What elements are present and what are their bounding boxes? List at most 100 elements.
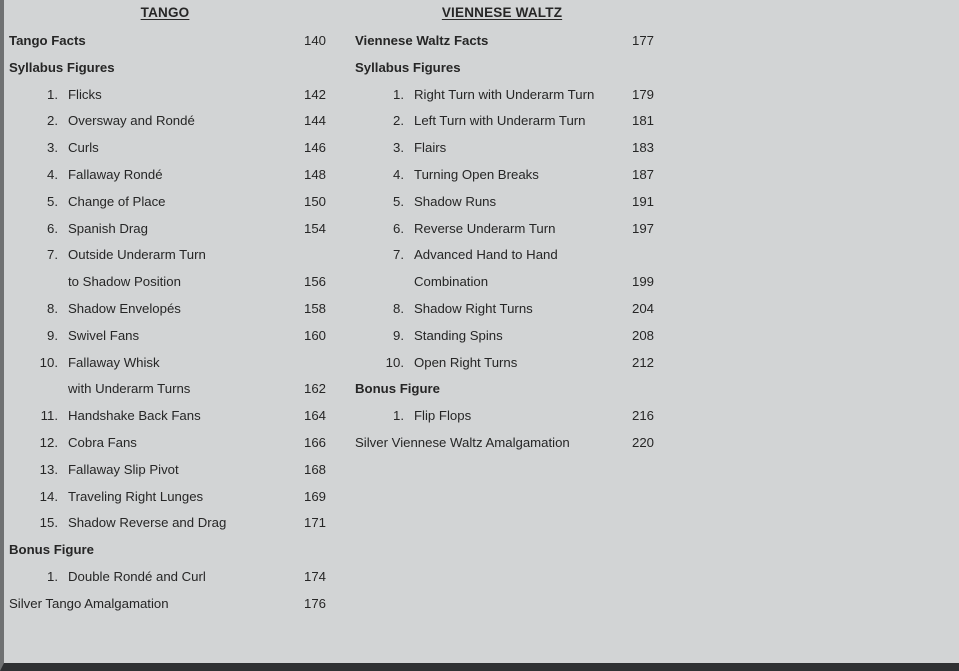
toc-entry-figure[interactable]: 4. Turning Open Breaks 187 xyxy=(332,162,654,189)
toc-section-heading: Syllabus Figures xyxy=(4,55,326,82)
toc-entry-title: Outside Underarm Turn xyxy=(68,247,206,263)
toc-entry-title: Handshake Back Fans xyxy=(68,408,201,424)
toc-page-number: 181 xyxy=(631,113,654,129)
toc-entry-title: Swivel Fans xyxy=(68,327,140,343)
toc-leader-dots xyxy=(185,300,300,313)
toc-leader-dots xyxy=(521,353,624,366)
toc-page-number: 177 xyxy=(631,33,654,48)
toc-entry-figure[interactable]: 10. Fallaway Whisk xyxy=(4,350,326,377)
toc-entry-title: Spanish Drag xyxy=(68,220,148,236)
toc-entry-figure[interactable]: 12. Cobra Fans 166 xyxy=(4,430,326,457)
toc-entry-title: Oversway and Rondé xyxy=(68,113,195,129)
toc-entry-top[interactable]: Tango Facts 140 xyxy=(4,28,326,55)
toc-entry-title: Standing Spins xyxy=(414,327,503,343)
toc-entry-number: 14. xyxy=(39,488,58,504)
toc-entry-amalgamation[interactable]: Silver Viennese Waltz Amalgamation 220 xyxy=(332,430,654,457)
toc-page-number: 199 xyxy=(631,274,654,290)
toc-entry-continuation[interactable]: with Underarm Turns 162 xyxy=(4,376,326,403)
toc-entry-title: Flicks xyxy=(68,86,102,102)
toc-entry-figure[interactable]: 10. Open Right Turns 212 xyxy=(332,350,654,377)
toc-entry-figure[interactable]: 15. Shadow Reverse and Drag 171 xyxy=(4,510,326,537)
toc-entry-number: 7. xyxy=(47,247,58,263)
toc-entry-figure[interactable]: 3. Curls 146 xyxy=(4,135,326,162)
toc-entry-figure[interactable]: 2. Oversway and Rondé 144 xyxy=(4,108,326,135)
toc-leader-dots xyxy=(89,32,300,45)
toc-entry-number: 3. xyxy=(393,140,404,156)
toc-leader-dots xyxy=(166,166,300,179)
toc-page-number: 154 xyxy=(303,220,326,236)
toc-entry-figure[interactable]: 1. Flip Flops 216 xyxy=(332,403,654,430)
toc-leader-dots xyxy=(598,85,624,98)
toc-entry-figure[interactable]: 14. Traveling Right Lunges 169 xyxy=(4,484,326,511)
toc-entry-amalgamation[interactable]: Silver Tango Amalgamation 176 xyxy=(4,591,326,618)
toc-entry-title: Silver Viennese Waltz Amalgamation xyxy=(355,434,570,450)
toc-entry-figure[interactable]: 7. Advanced Hand to Hand xyxy=(332,242,654,269)
toc-page-number: 183 xyxy=(631,140,654,156)
column-heading-tango-text: TANGO xyxy=(140,5,190,20)
toc-page-number: 140 xyxy=(303,33,326,48)
toc-entry-title: Bonus Figure xyxy=(355,381,440,397)
toc-entry-figure[interactable]: 9. Standing Spins 208 xyxy=(332,323,654,350)
toc-entry-figure[interactable]: 5. Shadow Runs 191 xyxy=(332,189,654,216)
toc-section-heading: Syllabus Figures xyxy=(332,55,654,82)
toc-entry-number: 15. xyxy=(39,515,58,531)
toc-entry-number: 9. xyxy=(47,327,58,343)
toc-entry-figure[interactable]: 3. Flairs 183 xyxy=(332,135,654,162)
toc-entry-number: 2. xyxy=(393,113,404,129)
toc-page-number: 204 xyxy=(631,300,654,316)
toc-entry-figure[interactable]: 8. Shadow Right Turns 204 xyxy=(332,296,654,323)
toc-page-number: 197 xyxy=(631,220,654,236)
toc-entry-figure[interactable]: 11. Handshake Back Fans 164 xyxy=(4,403,326,430)
toc-entry-title: Shadow Envelopés xyxy=(68,300,181,316)
toc-page-number: 162 xyxy=(303,381,326,397)
toc-entry-number: 12. xyxy=(39,434,58,450)
toc-entry-number: 4. xyxy=(393,166,404,182)
toc-entry-figure[interactable]: 5. Change of Place 150 xyxy=(4,189,326,216)
toc-entries-viennese-waltz: Viennese Waltz Facts 177 Syllabus Figures… xyxy=(332,28,654,457)
toc-page-number: 191 xyxy=(631,193,654,209)
toc-page-number: 146 xyxy=(303,140,326,156)
toc-leader-dots xyxy=(559,219,624,232)
toc-entry-title: Shadow Right Turns xyxy=(414,300,533,316)
toc-entry-continuation[interactable]: to Shadow Position 156 xyxy=(4,269,326,296)
toc-entry-title: Viennese Waltz Facts xyxy=(355,33,489,48)
column-heading-viennese-waltz: VIENNESE WALTZ xyxy=(332,2,654,28)
toc-entry-number: 1. xyxy=(393,408,404,424)
toc-page-number: 208 xyxy=(631,327,654,343)
toc-entry-figure[interactable]: 13. Fallaway Slip Pivot 168 xyxy=(4,457,326,484)
toc-entry-figure[interactable]: 1. Flicks 142 xyxy=(4,82,326,109)
toc-entry-title: Left Turn with Underarm Turn xyxy=(414,113,586,129)
toc-entry-figure[interactable]: 1. Double Rondé and Curl 174 xyxy=(4,564,326,591)
toc-leader-dots xyxy=(204,407,300,420)
toc-entry-title: Combination xyxy=(414,274,489,290)
toc-entry-figure[interactable]: 2. Left Turn with Underarm Turn 181 xyxy=(332,108,654,135)
toc-entry-number: 6. xyxy=(47,220,58,236)
toc-entry-title: Curls xyxy=(68,140,99,156)
toc-leader-dots xyxy=(199,112,300,125)
toc-entry-figure[interactable]: 6. Reverse Underarm Turn 197 xyxy=(332,216,654,243)
toc-leader-dots xyxy=(169,193,300,206)
toc-entry-figure[interactable]: 4. Fallaway Rondé 148 xyxy=(4,162,326,189)
toc-entry-number: 9. xyxy=(393,327,404,343)
toc-entry-title: Syllabus Figures xyxy=(355,59,461,75)
toc-entry-title: Fallaway Whisk xyxy=(68,354,160,370)
toc-entry-number: 5. xyxy=(393,193,404,209)
toc-page-number: 216 xyxy=(631,408,654,424)
toc-leader-dots xyxy=(210,568,300,581)
toc-page-number: 171 xyxy=(303,515,326,531)
toc-leader-dots xyxy=(105,85,300,98)
toc-entry-figure[interactable]: 1. Right Turn with Underarm Turn 179 xyxy=(332,82,654,109)
toc-entry-title: Traveling Right Lunges xyxy=(68,488,204,504)
toc-entry-top[interactable]: Viennese Waltz Facts 177 xyxy=(332,28,654,55)
toc-entry-number: 13. xyxy=(39,461,58,477)
toc-entry-figure[interactable]: 6. Spanish Drag 154 xyxy=(4,216,326,243)
toc-entry-figure[interactable]: 8. Shadow Envelopés 158 xyxy=(4,296,326,323)
toc-entry-title: Open Right Turns xyxy=(414,354,518,370)
toc-entry-figure[interactable]: 7. Outside Underarm Turn xyxy=(4,242,326,269)
toc-entry-title: Silver Tango Amalgamation xyxy=(9,595,169,611)
toc-entry-continuation[interactable]: Combination 199 xyxy=(332,269,654,296)
toc-page-number: 158 xyxy=(303,300,326,316)
toc-entry-figure[interactable]: 9. Swivel Fans 160 xyxy=(4,323,326,350)
toc-entry-number: 6. xyxy=(393,220,404,236)
toc-page-number: 212 xyxy=(631,354,654,370)
